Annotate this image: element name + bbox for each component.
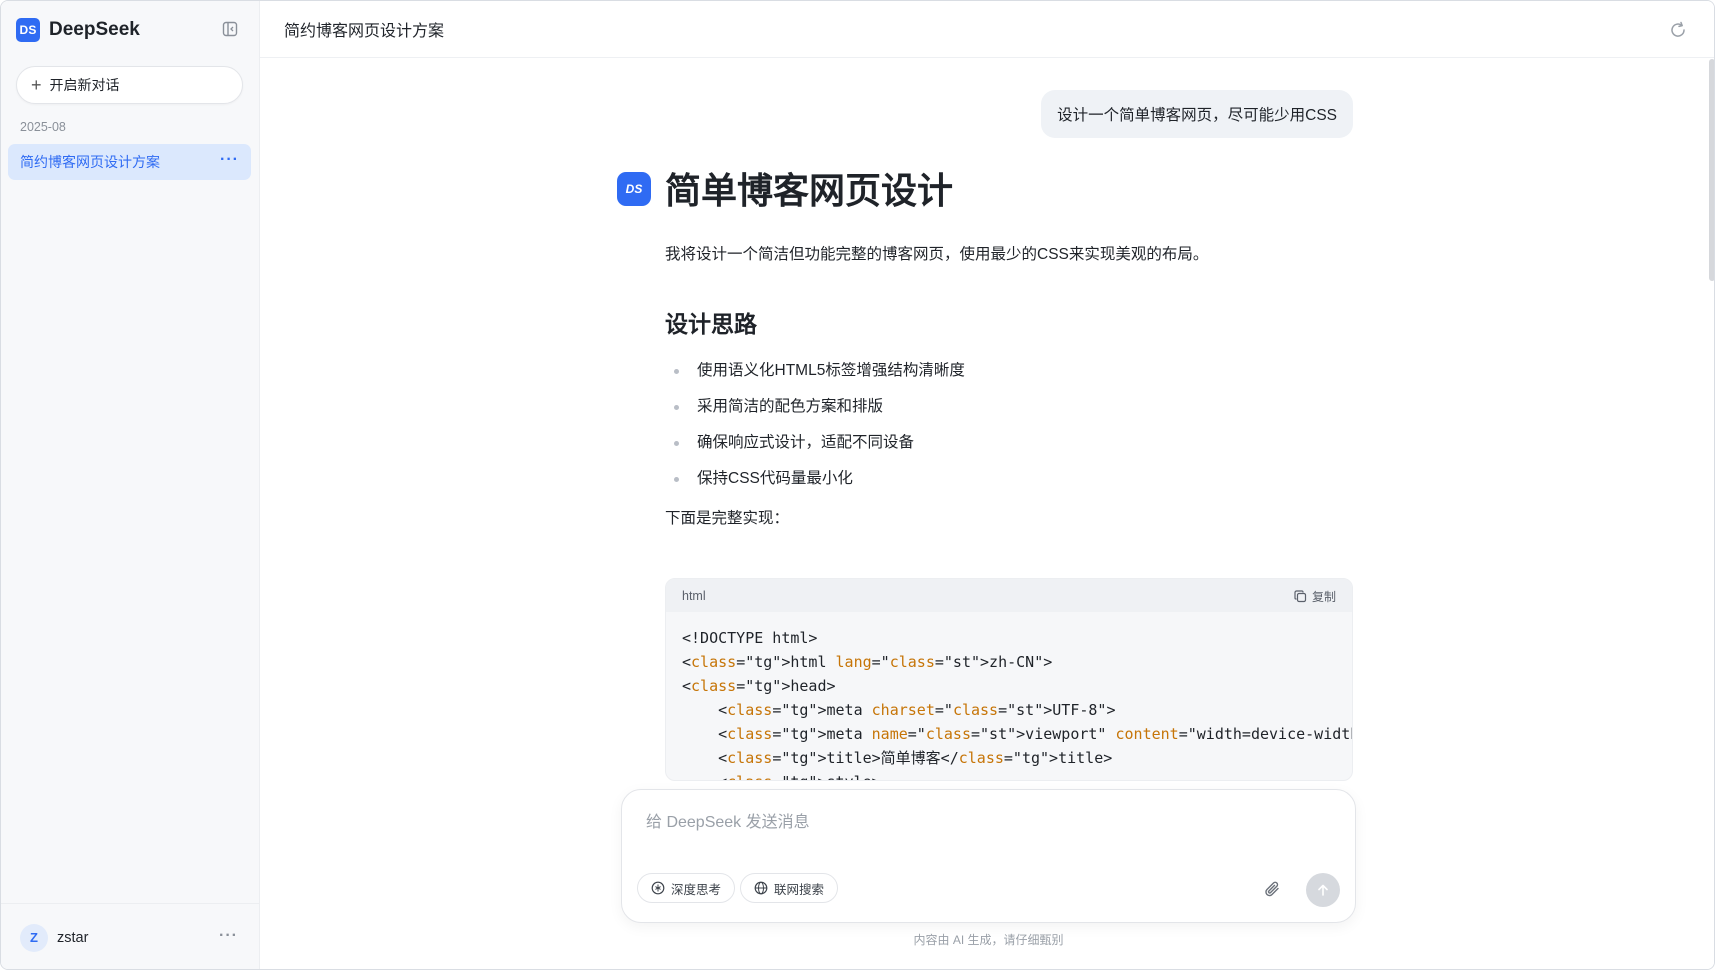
send-button[interactable] [1306,873,1340,907]
list-item: 确保响应式设计，适配不同设备 [665,425,1353,461]
sidebar-collapse-button[interactable] [221,20,239,38]
code-line: <class="tg">style> [682,770,1336,780]
assistant-message: 简单博客网页设计 我将设计一个简洁但功能完整的博客网页，使用最少的CSS来实现美… [665,161,1353,531]
answer-lead-in: 下面是完整实现： [665,510,790,527]
copy-icon [1294,590,1307,603]
user-name: zstar [57,929,89,946]
list-item: 采用简洁的配色方案和排版 [665,389,1353,425]
code-line: <class="tg">title>简单博客</class="tg">title… [682,749,1113,767]
sidebar-collapse-icon [222,21,238,37]
answer-section-title: 设计思路 [665,311,757,337]
answer-intro: 我将设计一个简洁但功能完整的博客网页，使用最少的CSS来实现美观的布局。 [665,246,1209,263]
scrollbar-thumb[interactable] [1709,59,1714,281]
arrow-up-icon [1318,884,1328,896]
app-window: DS DeepSeek + 开启新对话 2025-08 简约博客网页设计方案 ·… [0,0,1715,970]
design-bullets: 使用语义化HTML5标签增强结构清晰度 采用简洁的配色方案和排版 确保响应式设计… [665,353,1353,497]
chat-more-button[interactable]: ··· [220,152,239,168]
chat-history-title: 简约博客网页设计方案 [20,154,160,170]
refresh-button[interactable] [1668,20,1688,40]
chat-history-item[interactable]: 简约博客网页设计方案 ··· [8,144,251,180]
code-block: html 复制 <!DOCTYPE html> <class="tg">html … [665,578,1353,781]
code-header: html 复制 [666,579,1352,612]
deep-think-label: 深度思考 [671,882,722,897]
brand-name: DeepSeek [49,19,140,40]
ai-disclaimer: 内容由 AI 生成，请仔细甄别 [913,933,1064,947]
list-item: 保持CSS代码量最小化 [665,461,1353,497]
code-line: <class="tg">html lang="class="st">zh-CN"… [682,653,1053,671]
globe-icon [754,881,768,895]
assistant-avatar: DS [617,172,651,206]
topbar: 简约博客网页设计方案 [260,1,1714,58]
code-line: <!DOCTYPE html> [682,629,818,647]
attach-file-button[interactable] [1263,880,1281,898]
conversation-title: 简约博客网页设计方案 [284,23,445,40]
refresh-icon [1671,21,1685,37]
sidebar: DS DeepSeek + 开启新对话 2025-08 简约博客网页设计方案 ·… [1,1,260,969]
message-composer: 深度思考 联网搜索 [621,789,1356,923]
copy-code-button[interactable]: 复制 [1294,588,1336,605]
brand[interactable]: DS DeepSeek [16,18,140,42]
list-item: 使用语义化HTML5标签增强结构清晰度 [665,353,1353,389]
user-profile[interactable]: Z zstar ··· [1,903,260,969]
deepseek-logo: DS [16,18,40,42]
code-line: <class="tg">head> [682,677,836,695]
message-input[interactable] [646,808,1326,838]
new-chat-label: 开启新对话 [49,77,120,93]
main-panel: 简约博客网页设计方案 设计一个简单博客网页，尽可能少用CSS DS 简单博客网页… [260,1,1714,969]
new-chat-button[interactable]: + 开启新对话 [16,66,243,104]
user-more-button[interactable]: ··· [219,928,238,944]
deep-think-toggle[interactable]: 深度思考 [637,873,736,903]
code-content: <!DOCTYPE html> <class="tg">html lang="cl… [666,612,1352,780]
deep-think-icon [651,881,665,895]
code-language: html [682,588,706,603]
code-line: <class="tg">meta charset="class="st">UTF… [682,701,1116,719]
web-search-toggle[interactable]: 联网搜索 [740,873,839,903]
history-section-date: 2025-08 [20,120,66,134]
paperclip-icon [1265,881,1279,897]
code-line: <class="tg">meta name="class="st">viewpo… [682,725,1352,743]
copy-label: 复制 [1311,590,1336,604]
avatar: Z [20,923,48,952]
answer-heading: 简单博客网页设计 [665,170,954,211]
web-search-label: 联网搜索 [774,882,825,897]
plus-icon: + [31,75,42,95]
user-message: 设计一个简单博客网页，尽可能少用CSS [1041,90,1353,138]
